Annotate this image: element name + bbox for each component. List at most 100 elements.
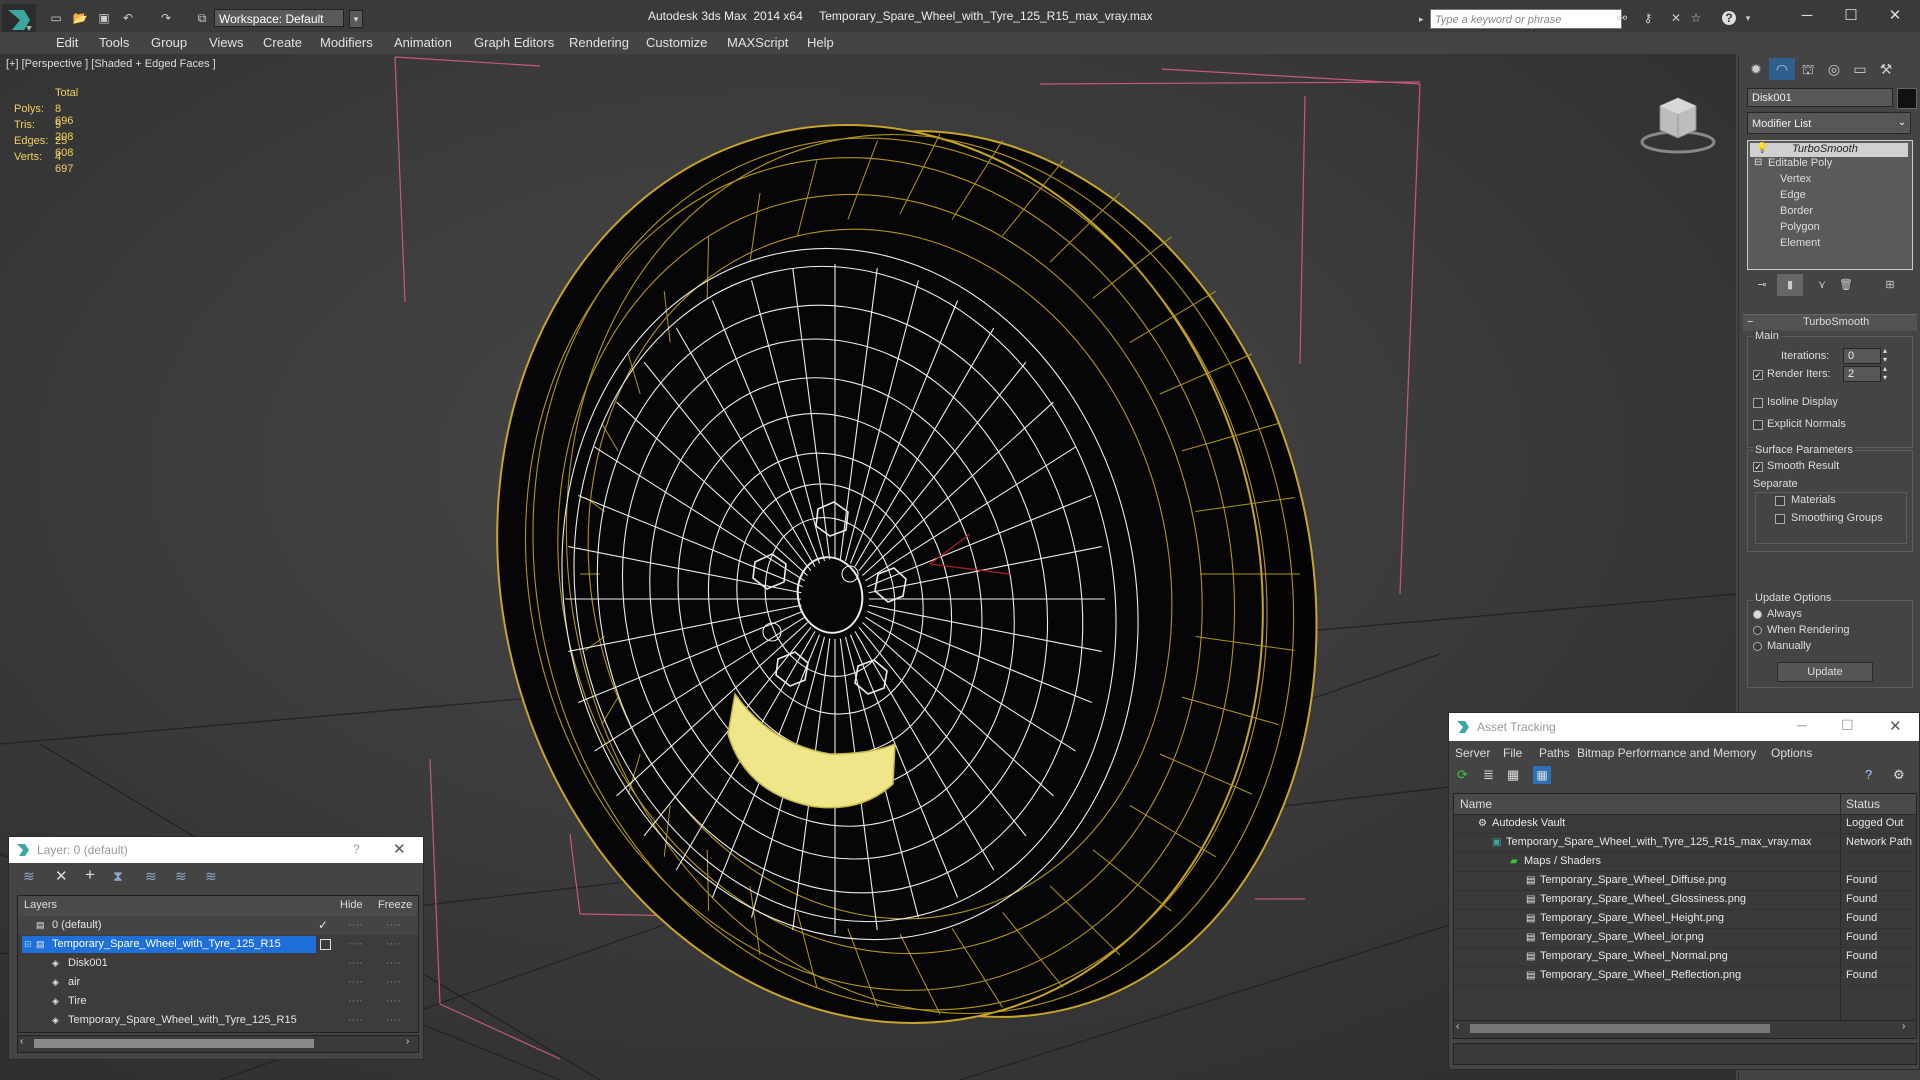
layer-row[interactable]: ◈ Temporary_Spare_Wheel_with_Tyre_125_R1… xyxy=(18,1011,418,1030)
asset-minimize-icon[interactable]: ─ xyxy=(1797,717,1807,733)
thumbnail-view-icon[interactable]: ▦ xyxy=(1507,767,1519,783)
menu-views[interactable]: Views xyxy=(209,35,243,50)
current-layer-box-icon[interactable] xyxy=(320,939,331,950)
help-icon[interactable]: ? xyxy=(1722,11,1736,25)
scrollbar-thumb[interactable] xyxy=(1470,1024,1770,1033)
bulb-icon[interactable]: 💡 xyxy=(1756,143,1768,154)
stack-item-editable-poly[interactable]: Editable Poly xyxy=(1768,157,1832,169)
close-icon[interactable]: ✕ xyxy=(1880,6,1910,26)
menu-edit[interactable]: Edit xyxy=(56,35,78,50)
asset-row[interactable]: ▤ Temporary_Spare_Wheel_ior.png Found xyxy=(1454,928,1916,948)
layer-row[interactable]: ◈ air ···· ···· xyxy=(18,973,418,992)
stack-item-element[interactable]: Element xyxy=(1780,237,1820,249)
asset-help-icon[interactable]: ? xyxy=(1865,767,1872,782)
asset-row[interactable]: ⚙ Autodesk Vault Logged Out xyxy=(1454,814,1916,834)
asset-row[interactable]: ▰ Maps / Shaders xyxy=(1454,852,1916,872)
menu-tools[interactable]: Tools xyxy=(99,35,129,50)
key-icon[interactable]: ⚷ xyxy=(1640,11,1656,25)
asset-horizontal-scrollbar[interactable]: ‹ › xyxy=(1454,1020,1914,1037)
layer-row[interactable]: ◈ Disk001 ···· ···· xyxy=(18,954,418,973)
new-file-icon[interactable]: ▭ xyxy=(48,11,64,25)
highlight-layer-icon[interactable]: ≋ xyxy=(175,868,187,885)
layer-row[interactable]: ◈ Tire ···· ···· xyxy=(18,992,418,1011)
save-file-icon[interactable]: ▣ xyxy=(96,11,112,25)
menu-modifiers[interactable]: Modifiers xyxy=(320,35,373,50)
asset-path-field[interactable] xyxy=(1453,1043,1917,1065)
table-view-icon[interactable]: ▦ xyxy=(1533,766,1551,784)
freeze-toggle-icon[interactable]: ···· xyxy=(386,935,401,954)
menu-group[interactable]: Group xyxy=(151,35,187,50)
project-folder-icon[interactable]: ⧉ xyxy=(194,11,210,25)
viewcube-icon[interactable] xyxy=(1638,92,1718,160)
layer-help-icon[interactable]: ? xyxy=(353,842,360,856)
freeze-toggle-icon[interactable]: ···· xyxy=(386,973,401,992)
workspace-dropdown[interactable]: Workspace: Default xyxy=(214,9,344,27)
scroll-right-icon[interactable]: › xyxy=(1902,1021,1905,1032)
freeze-toggle-icon[interactable]: ···· xyxy=(386,954,401,973)
minimize-icon[interactable]: ─ xyxy=(1792,6,1822,26)
remove-modifier-icon[interactable]: 🗑 xyxy=(1833,274,1859,296)
asset-close-icon[interactable]: ✕ xyxy=(1889,717,1902,735)
hierarchy-tab-icon[interactable]: ⛫ xyxy=(1795,58,1821,80)
col-hide[interactable]: Hide xyxy=(340,899,363,911)
stack-item-turbosmooth[interactable]: TurboSmooth xyxy=(1792,143,1858,155)
asset-row[interactable]: ▤ Temporary_Spare_Wheel_Reflection.png F… xyxy=(1454,966,1916,986)
when-rendering-radio[interactable] xyxy=(1753,626,1762,635)
add-layer-icon[interactable]: + xyxy=(85,865,95,885)
asset-menu-options[interactable]: Options xyxy=(1771,746,1812,760)
help-menu-arrow-icon[interactable]: ▾ xyxy=(1740,11,1756,25)
utilities-tab-icon[interactable]: ⚒ xyxy=(1873,58,1899,80)
undo-icon[interactable]: ↶ xyxy=(120,11,136,25)
render-iters-spinner-icon[interactable]: ▴ ▾ xyxy=(1883,364,1887,382)
asset-menu-paths[interactable]: Paths xyxy=(1539,746,1570,760)
asset-row[interactable]: ▤ Temporary_Spare_Wheel_Normal.png Found xyxy=(1454,947,1916,967)
freeze-toggle-icon[interactable]: ···· xyxy=(386,992,401,1011)
menu-animation[interactable]: Animation xyxy=(394,35,452,50)
asset-row[interactable]: ▤ Temporary_Spare_Wheel_Diffuse.png Foun… xyxy=(1454,871,1916,891)
object-name-field[interactable]: Disk001 xyxy=(1747,88,1893,107)
stack-item-vertex[interactable]: Vertex xyxy=(1780,173,1811,185)
create-tab-icon[interactable]: ✹ xyxy=(1743,58,1769,80)
hide-toggle-icon[interactable]: ···· xyxy=(348,935,363,954)
menu-create[interactable]: Create xyxy=(263,35,302,50)
workspace-menu-arrow-icon[interactable]: ▾ xyxy=(349,10,363,28)
collapse-icon[interactable]: ⊟ xyxy=(1754,157,1762,168)
expand-icon[interactable]: ⊟ xyxy=(24,935,32,954)
add-to-layer-icon[interactable]: ⧗ xyxy=(113,868,123,885)
viewport-label[interactable]: [+] [Perspective ] [Shaded + Edged Faces… xyxy=(6,58,216,70)
object-color-swatch[interactable] xyxy=(1897,88,1917,109)
hide-toggle-icon[interactable]: ···· xyxy=(348,916,363,935)
modifier-list-arrow-icon[interactable]: ⌄ xyxy=(1895,114,1909,132)
hide-toggle-icon[interactable]: ···· xyxy=(348,1011,363,1030)
layer-title-bar[interactable]: Layer: 0 (default) ? ✕ xyxy=(9,837,423,863)
always-radio[interactable] xyxy=(1753,610,1762,619)
scroll-left-icon[interactable]: ‹ xyxy=(20,1036,23,1047)
explicit-normals-checkbox[interactable] xyxy=(1753,420,1763,430)
layer-row[interactable]: ▤ 0 (default) ✓ ···· ···· xyxy=(18,916,418,935)
col-freeze[interactable]: Freeze xyxy=(378,899,412,911)
modifier-list-dropdown[interactable]: Modifier List xyxy=(1747,112,1911,134)
isoline-display-checkbox[interactable] xyxy=(1753,398,1763,408)
update-button[interactable]: Update xyxy=(1777,662,1873,682)
turbosmooth-rollout-header[interactable]: − TurboSmooth xyxy=(1743,314,1917,331)
motion-tab-icon[interactable]: ◎ xyxy=(1821,58,1847,80)
scrollbar-thumb[interactable] xyxy=(34,1039,314,1048)
list-view-icon[interactable]: ≣ xyxy=(1483,767,1494,783)
asset-col-status[interactable]: Status xyxy=(1846,797,1880,811)
menu-graph-editors[interactable]: Graph Editors xyxy=(474,35,554,50)
favorites-star-icon[interactable]: ☆ xyxy=(1688,11,1704,25)
open-file-icon[interactable]: 📂 xyxy=(72,11,88,25)
search-expand-icon[interactable]: ▸ xyxy=(1419,9,1427,29)
freeze-toggle-icon[interactable]: ···· xyxy=(386,1011,401,1030)
freeze-toggle-icon[interactable]: ···· xyxy=(386,916,401,935)
current-layer-check-icon[interactable]: ✓ xyxy=(318,916,328,935)
asset-row[interactable]: ▤ Temporary_Spare_Wheel_Glossiness.png F… xyxy=(1454,890,1916,910)
search-input[interactable]: Type a keyword or phrase xyxy=(1430,9,1622,29)
hide-toggle-icon[interactable]: ···· xyxy=(348,992,363,1011)
scroll-left-icon[interactable]: ‹ xyxy=(1456,1021,1459,1032)
materials-checkbox[interactable] xyxy=(1775,496,1785,506)
asset-title-bar[interactable]: Asset Tracking ─ ☐ ✕ xyxy=(1449,713,1919,741)
asset-settings-icon[interactable]: ⚙ xyxy=(1893,767,1905,783)
asset-menu-bitmap[interactable]: Bitmap Performance and Memory xyxy=(1577,746,1756,760)
communication-icon[interactable]: ✕ xyxy=(1668,11,1684,25)
